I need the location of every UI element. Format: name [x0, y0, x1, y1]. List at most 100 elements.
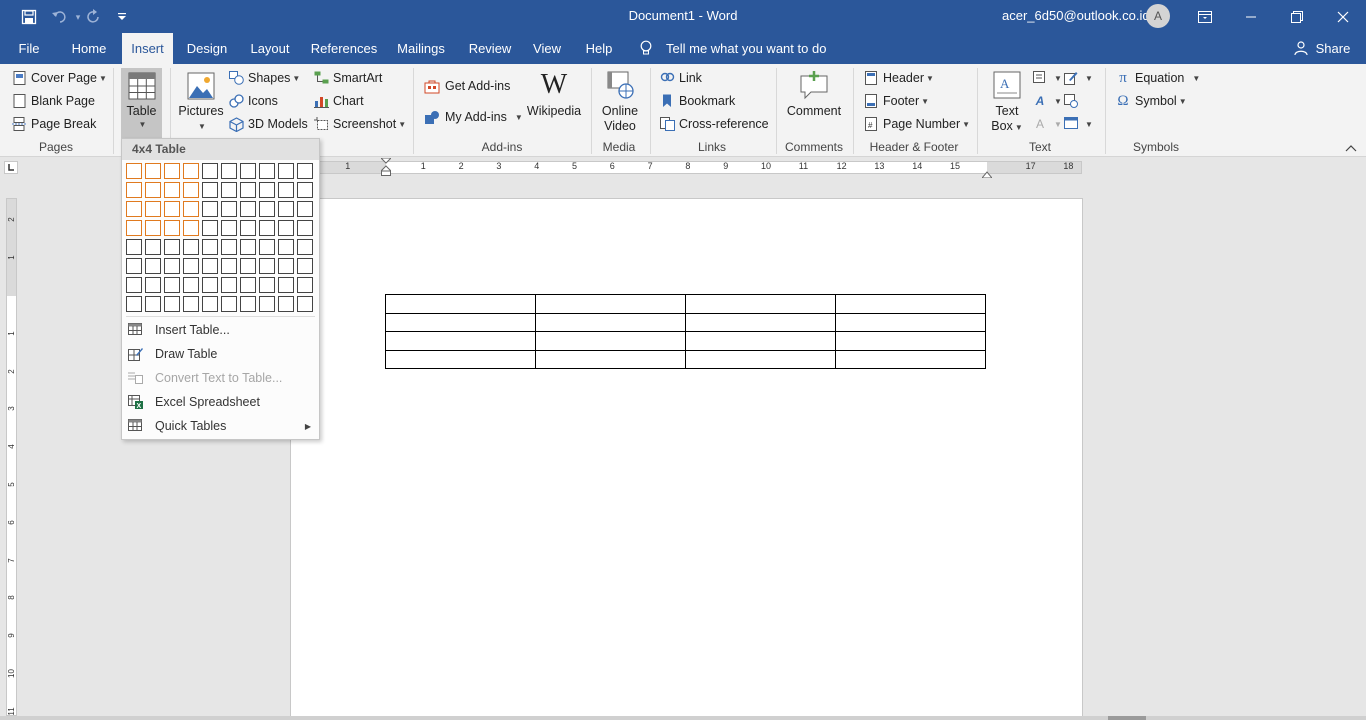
grid-cell[interactable] — [240, 220, 256, 236]
right-indent-marker-icon[interactable] — [980, 167, 994, 179]
grid-cell[interactable] — [202, 220, 218, 236]
quick-parts-button[interactable]: ▼ — [1033, 71, 1062, 85]
grid-cell[interactable] — [126, 220, 142, 236]
grid-cell[interactable] — [221, 182, 237, 198]
grid-cell[interactable] — [202, 182, 218, 198]
ribbon-display-options-icon[interactable] — [1182, 0, 1228, 33]
table-cell[interactable] — [835, 294, 986, 314]
grid-cell[interactable] — [183, 201, 199, 217]
grid-cell[interactable] — [297, 296, 313, 312]
tab-layout[interactable]: Layout — [243, 33, 297, 64]
grid-cell[interactable] — [145, 277, 161, 293]
page-number-button[interactable]: # Page Number ▼ — [864, 117, 970, 131]
table-cell[interactable] — [685, 294, 836, 314]
footer-button[interactable]: Footer ▼ — [864, 94, 929, 108]
tab-mailings[interactable]: Mailings — [391, 33, 451, 64]
text-box-button[interactable]: A Text Box ▼ — [985, 70, 1029, 135]
shapes-button[interactable]: Shapes ▼ — [229, 71, 300, 85]
wordart-button[interactable]: A ▼ — [1033, 94, 1062, 108]
table-cell[interactable] — [535, 294, 686, 314]
grid-cell[interactable] — [183, 296, 199, 312]
indent-marker-icon[interactable] — [379, 157, 393, 176]
grid-cell[interactable] — [126, 296, 142, 312]
table-cell[interactable] — [835, 312, 986, 332]
grid-cell[interactable] — [126, 239, 142, 255]
grid-cell[interactable] — [202, 201, 218, 217]
grid-cell[interactable] — [126, 258, 142, 274]
grid-cell[interactable] — [221, 220, 237, 236]
grid-cell[interactable] — [297, 258, 313, 274]
grid-cell[interactable] — [164, 220, 180, 236]
symbol-button[interactable]: Ω Symbol ▼ — [1116, 94, 1186, 109]
grid-cell[interactable] — [278, 239, 294, 255]
collapse-ribbon-icon[interactable] — [1344, 142, 1358, 154]
chart-button[interactable]: Chart — [314, 94, 364, 108]
grid-cell[interactable] — [259, 220, 275, 236]
grid-cell[interactable] — [278, 163, 294, 179]
grid-cell[interactable] — [278, 201, 294, 217]
share-button[interactable]: Share — [1294, 33, 1350, 64]
grid-cell[interactable] — [145, 239, 161, 255]
tab-references[interactable]: References — [306, 33, 382, 64]
grid-cell[interactable] — [126, 277, 142, 293]
grid-cell[interactable] — [145, 163, 161, 179]
tab-view[interactable]: View — [527, 33, 567, 64]
grid-cell[interactable] — [202, 296, 218, 312]
grid-cell[interactable] — [164, 277, 180, 293]
3d-models-button[interactable]: 3D Models — [229, 117, 308, 133]
close-icon[interactable] — [1320, 0, 1366, 33]
grid-cell[interactable] — [164, 258, 180, 274]
grid-cell[interactable] — [164, 201, 180, 217]
grid-cell[interactable] — [221, 296, 237, 312]
grid-cell[interactable] — [278, 258, 294, 274]
table-cell[interactable] — [385, 312, 536, 332]
document-page[interactable] — [290, 198, 1083, 720]
tell-me-search[interactable]: Tell me what you want to do — [640, 33, 826, 64]
date-time-button[interactable] — [1064, 94, 1083, 108]
grid-cell[interactable] — [278, 182, 294, 198]
grid-cell[interactable] — [240, 258, 256, 274]
grid-cell[interactable] — [240, 296, 256, 312]
grid-cell[interactable] — [297, 201, 313, 217]
grid-cell[interactable] — [278, 220, 294, 236]
table-cell[interactable] — [385, 294, 536, 314]
grid-cell[interactable] — [202, 277, 218, 293]
table-cell[interactable] — [535, 312, 686, 332]
grid-cell[interactable] — [202, 163, 218, 179]
drop-cap-button[interactable]: A ▼ — [1033, 117, 1062, 131]
grid-cell[interactable] — [259, 201, 275, 217]
blank-page-button[interactable]: Blank Page — [12, 94, 95, 108]
grid-cell[interactable] — [259, 296, 275, 312]
grid-cell[interactable] — [240, 239, 256, 255]
grid-cell[interactable] — [183, 163, 199, 179]
pictures-button[interactable]: Pictures ▼ — [178, 68, 224, 134]
equation-button[interactable]: π Equation ▼ — [1116, 71, 1200, 86]
grid-cell[interactable] — [221, 258, 237, 274]
convert-text-to-table-menu-item[interactable]: Convert Text to Table... — [122, 366, 319, 390]
grid-cell[interactable] — [221, 201, 237, 217]
table-cell[interactable] — [685, 331, 836, 351]
grid-cell[interactable] — [164, 163, 180, 179]
grid-cell[interactable] — [259, 277, 275, 293]
grid-cell[interactable] — [259, 239, 275, 255]
grid-cell[interactable] — [259, 163, 275, 179]
cover-page-button[interactable]: Cover Page ▼ — [12, 71, 107, 85]
grid-cell[interactable] — [297, 277, 313, 293]
table-cell[interactable] — [535, 331, 686, 351]
grid-cell[interactable] — [278, 296, 294, 312]
grid-cell[interactable] — [145, 296, 161, 312]
grid-cell[interactable] — [240, 201, 256, 217]
table-cell[interactable] — [685, 349, 836, 369]
excel-spreadsheet-menu-item[interactable]: X Excel Spreadsheet — [122, 390, 319, 414]
tab-review[interactable]: Review — [462, 33, 518, 64]
minimize-icon[interactable] — [1228, 0, 1274, 33]
header-button[interactable]: Header ▼ — [864, 71, 934, 85]
grid-cell[interactable] — [259, 258, 275, 274]
grid-cell[interactable] — [221, 239, 237, 255]
wikipedia-button[interactable]: W Wikipedia — [526, 70, 582, 119]
scrollbar-thumb[interactable] — [1108, 716, 1146, 720]
grid-cell[interactable] — [221, 277, 237, 293]
bookmark-button[interactable]: Bookmark — [660, 94, 735, 108]
grid-cell[interactable] — [164, 239, 180, 255]
grid-cell[interactable] — [297, 163, 313, 179]
